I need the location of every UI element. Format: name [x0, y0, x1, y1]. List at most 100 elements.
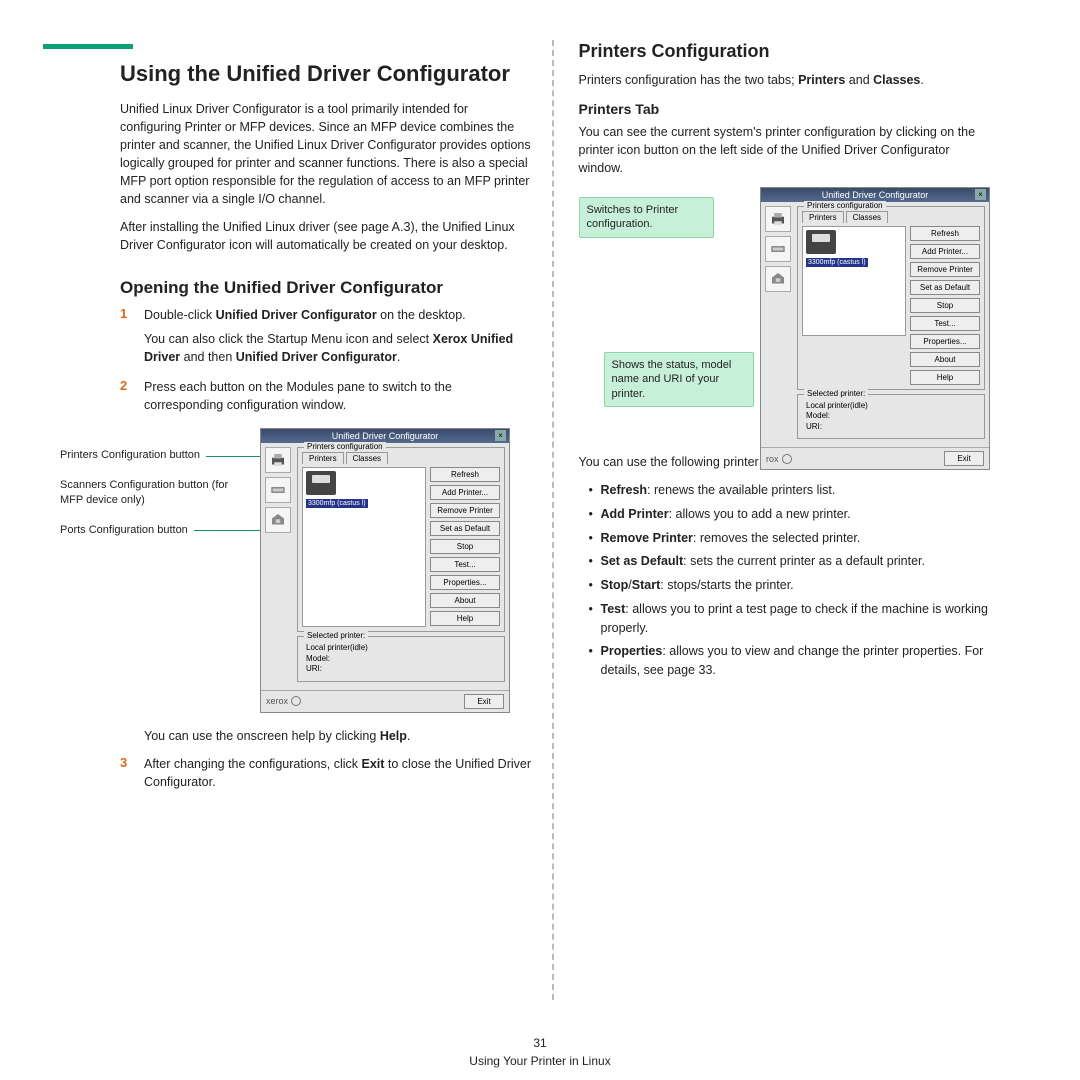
bold: Classes: [873, 73, 920, 87]
printer-thumbnail-icon: [806, 230, 836, 254]
bullet-remove: Remove Printer: removes the selected pri…: [589, 529, 991, 548]
window-body: Printers configuration Printers Classes …: [261, 443, 509, 689]
printers-tab-desc: You can see the current system's printer…: [579, 123, 991, 177]
callout-text: Scanners Configuration button (for MFP d…: [60, 478, 254, 509]
button-column: Refresh Add Printer... Remove Printer Se…: [910, 226, 980, 385]
figure-1-callouts: Printers Configuration button Scanners C…: [60, 428, 260, 552]
window-main: Printers configuration Printers Classes …: [797, 206, 985, 443]
configurator-window: Unified Driver Configurator ×: [260, 428, 510, 712]
bold: Refresh: [601, 483, 648, 497]
printer-module-icon[interactable]: [265, 447, 291, 473]
help-button[interactable]: Help: [430, 611, 500, 626]
test-button[interactable]: Test...: [910, 316, 980, 331]
page-number: 31: [0, 1034, 1080, 1052]
bold: Set as Default: [601, 554, 684, 568]
section-accent-rule: [43, 44, 133, 49]
figure-1: Printers Configuration button Scanners C…: [60, 428, 532, 712]
exit-button[interactable]: Exit: [944, 451, 984, 466]
step2-text: Press each button on the Modules pane to…: [144, 378, 532, 414]
printers-config-group: Printers configuration Printers Classes …: [297, 447, 505, 632]
ports-module-icon[interactable]: [265, 507, 291, 533]
refresh-button[interactable]: Refresh: [910, 226, 980, 241]
step-number: 2: [120, 378, 144, 420]
figure-2: Switches to Printer configuration. Shows…: [579, 187, 991, 437]
tab-classes[interactable]: Classes: [846, 211, 888, 223]
text: and then: [180, 350, 236, 364]
tab-classes[interactable]: Classes: [346, 452, 388, 464]
add-printer-button[interactable]: Add Printer...: [430, 485, 500, 500]
printer-module-icon[interactable]: [765, 206, 791, 232]
selected-uri: URI:: [306, 664, 496, 674]
intro-text: Printers configuration has the two tabs;…: [579, 71, 991, 89]
main-row: 3300mfp (castus l) Refresh Add Printer..…: [302, 467, 500, 627]
text: : stops/starts the printer.: [660, 578, 793, 592]
text: : removes the selected printer.: [693, 531, 860, 545]
tab-printers[interactable]: Printers: [302, 452, 344, 464]
printer-item-label: 3300mfp (castus l): [306, 499, 368, 508]
scanner-module-icon[interactable]: [265, 477, 291, 503]
about-button[interactable]: About: [910, 352, 980, 367]
exit-button[interactable]: Exit: [464, 694, 504, 709]
printer-thumbnail-icon: [306, 471, 336, 495]
main-heading: Using the Unified Driver Configurator: [120, 60, 532, 88]
callout-scanners: Scanners Configuration button (for MFP d…: [60, 478, 260, 509]
window-footer: xerox Exit: [261, 690, 509, 712]
remove-printer-button[interactable]: Remove Printer: [430, 503, 500, 518]
brand-label: xerox: [266, 696, 301, 706]
properties-button[interactable]: Properties...: [910, 334, 980, 349]
intro-para-1: Unified Linux Driver Configurator is a t…: [120, 100, 532, 209]
selected-model: Model:: [806, 411, 976, 421]
remove-printer-button[interactable]: Remove Printer: [910, 262, 980, 277]
button-column: Refresh Add Printer... Remove Printer Se…: [430, 467, 500, 627]
window-titlebar: Unified Driver Configurator ×: [261, 429, 509, 443]
bold: Help: [380, 729, 407, 743]
right-column: Printers Configuration Printers configur…: [554, 40, 1041, 1000]
step-body: Double-click Unified Driver Configurator…: [144, 306, 532, 372]
set-default-button[interactable]: Set as Default: [910, 280, 980, 295]
printer-item-label: 3300mfp (castus l): [806, 258, 868, 267]
bullet-properties: Properties: allows you to view and chang…: [589, 642, 991, 680]
add-printer-button[interactable]: Add Printer...: [910, 244, 980, 259]
callout-printers: Printers Configuration button: [60, 448, 260, 463]
bold: Printers: [798, 73, 845, 87]
window-body: Printers configuration Printers Classes …: [761, 202, 989, 447]
step-1: 1 Double-click Unified Driver Configurat…: [120, 306, 532, 372]
bullet-add: Add Printer: allows you to add a new pri…: [589, 505, 991, 524]
callout-switches: Switches to Printer configuration.: [579, 197, 714, 238]
text: You can use the onscreen help by clickin…: [144, 729, 380, 743]
refresh-button[interactable]: Refresh: [430, 467, 500, 482]
step2-note: You can use the onscreen help by clickin…: [144, 727, 532, 745]
ports-module-icon[interactable]: [765, 266, 791, 292]
control-buttons-list: Refresh: renews the available printers l…: [589, 481, 991, 680]
steps-list-cont: 3 After changing the configurations, cli…: [120, 755, 532, 797]
text: .: [397, 350, 400, 364]
text: After changing the configurations, click: [144, 757, 361, 771]
set-default-button[interactable]: Set as Default: [430, 521, 500, 536]
modules-sidebar: [765, 206, 793, 443]
footer-text: Using Your Printer in Linux: [0, 1052, 1080, 1070]
test-button[interactable]: Test...: [430, 557, 500, 572]
bold: Unified Driver Configurator: [216, 308, 377, 322]
text: and: [845, 73, 873, 87]
stop-button[interactable]: Stop: [910, 298, 980, 313]
callout-line-icon: [206, 456, 260, 457]
printer-list[interactable]: 3300mfp (castus l): [802, 226, 906, 336]
scanner-module-icon[interactable]: [765, 236, 791, 262]
tab-printers[interactable]: Printers: [802, 211, 844, 223]
text: : allows you to add a new printer.: [669, 507, 851, 521]
page-footer: 31 Using Your Printer in Linux: [0, 1034, 1080, 1070]
selected-printer-group: Selected printer: Local printer(idle) Mo…: [797, 394, 985, 439]
window-title: Unified Driver Configurator: [822, 190, 929, 200]
properties-button[interactable]: Properties...: [430, 575, 500, 590]
close-icon[interactable]: ×: [495, 430, 506, 441]
printers-config-group: Printers configuration Printers Classes …: [797, 206, 985, 390]
bold: Remove Printer: [601, 531, 693, 545]
printer-list[interactable]: 3300mfp (castus l): [302, 467, 426, 627]
stop-button[interactable]: Stop: [430, 539, 500, 554]
help-button[interactable]: Help: [910, 370, 980, 385]
group-label: Selected printer:: [304, 631, 368, 640]
brand-logo-icon: [291, 696, 301, 706]
close-icon[interactable]: ×: [975, 189, 986, 200]
about-button[interactable]: About: [430, 593, 500, 608]
group-label: Selected printer:: [804, 389, 868, 398]
